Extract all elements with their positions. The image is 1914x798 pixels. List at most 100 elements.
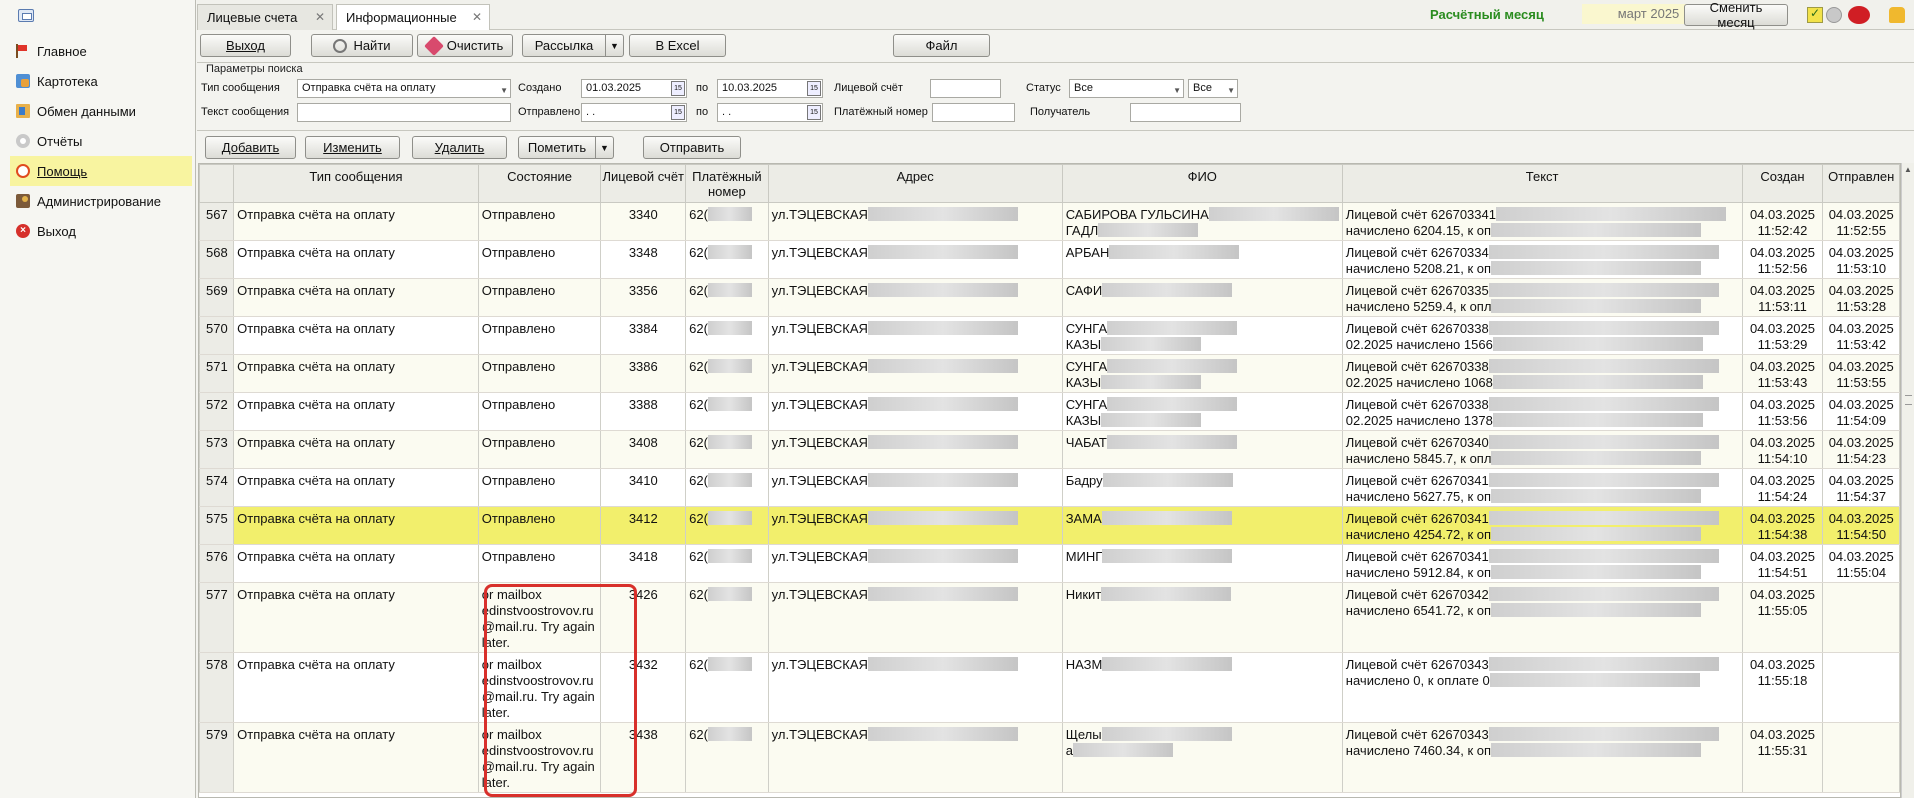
vertical-scrollbar[interactable]: ▲ [1901,163,1914,798]
sidebar-item[interactable]: Помощь [10,156,192,186]
redacted-block [867,549,1018,563]
add-button[interactable]: Добавить [205,136,296,159]
account-input[interactable] [930,79,1001,98]
redacted-block [1488,283,1719,297]
text-value: Лицевой счёт 62670338 [1345,359,1489,374]
message-text-input[interactable] [297,103,511,122]
cell-created: 04.03.2025 11:54:10 [1741,430,1824,469]
table-row[interactable]: 570 Отправка счёта на оплату Отправлено 338… [199,316,1900,355]
message-type-select[interactable]: Отправка счёта на оплату ▼ [297,79,511,98]
status-select[interactable]: Все ▼ [1069,79,1184,98]
table-row[interactable]: 573 Отправка счёта на оплату Отправлено 340… [199,430,1900,469]
calendar-icon[interactable]: 15 [671,105,685,120]
file-button[interactable]: Файл [893,34,990,57]
recipient-input[interactable] [1130,103,1241,122]
clear-button[interactable]: Очистить [417,34,513,57]
mailing-dropdown-arrow-icon[interactable]: ▼ [606,34,624,57]
close-icon[interactable]: ✕ [472,5,482,30]
tab-accounts[interactable]: Лицевые счета ✕ [197,4,333,30]
record-icon[interactable] [1848,6,1870,24]
cell-account: 3438 [600,722,687,793]
mark-dropdown-arrow-icon[interactable]: ▼ [596,136,614,159]
mailing-button[interactable]: Рассылка [522,34,606,57]
sidebar-item[interactable]: Отчёты [10,126,192,156]
recipient-label: Получатель [1030,106,1091,118]
created-to-field[interactable]: 10.03.2025 15 [717,79,823,98]
table-row[interactable]: 574 Отправка счёта на оплату Отправлено 341… [199,468,1900,507]
redacted-block [867,207,1018,221]
delete-button[interactable]: Удалить [412,136,507,159]
export-excel-button[interactable]: В Excel [629,34,726,57]
text-value-2: 02.2025 начислено 1068 [1345,375,1493,390]
table-row[interactable]: 577 Отправка счёта на оплату or mailbox ed… [199,582,1900,653]
column-header[interactable]: Лицевой счёт [600,164,687,203]
calendar-icon[interactable]: 15 [807,81,821,96]
column-header[interactable]: ФИО [1061,164,1343,203]
cell-fio: Щелы а [1061,722,1343,793]
fio-line: СУНГА [1066,321,1339,337]
cell-payment-number: 62( [685,354,769,393]
table-row[interactable]: 568 Отправка счёта на оплату Отправлено 334… [199,240,1900,279]
payment-number-input[interactable] [932,103,1015,122]
created-from-field[interactable]: 01.03.2025 15 [581,79,687,98]
table-row[interactable]: 578 Отправка счёта на оплату or mailbox ed… [199,652,1900,723]
table-row[interactable]: 572 Отправка счёта на оплату Отправлено 338… [199,392,1900,431]
scroll-thumb[interactable] [1905,395,1912,405]
sent-to-field[interactable]: . . 15 [717,103,823,122]
fio-line: Щелы [1066,727,1339,743]
text-line: начислено 4254.72, к оп [1346,527,1739,543]
close-icon[interactable]: ✕ [315,5,325,30]
cell-account: 3384 [600,316,687,355]
column-header[interactable]: Платёжный номер [685,164,769,203]
change-month-button[interactable]: Сменить месяц [1684,0,1788,30]
edit-button[interactable]: Изменить [305,136,400,159]
redacted-block [707,397,752,411]
column-header[interactable]: Состояние [477,164,602,203]
payment-number-value: 62( [689,283,708,298]
calendar-icon[interactable]: 15 [671,81,685,96]
table-row[interactable]: 579 Отправка счёта на оплату or mailbox ed… [199,722,1900,793]
table-row[interactable]: 567 Отправка счёта на оплату Отправлено 334… [199,202,1900,241]
calendar-icon[interactable]: 15 [807,105,821,120]
column-header[interactable]: Отправлен [1822,164,1900,203]
sent-time: 11:52:55 [1836,223,1887,238]
column-header[interactable]: Создан [1741,164,1824,203]
scroll-up-icon[interactable]: ▲ [1904,165,1912,174]
tab-informational[interactable]: Информационные ✕ [336,4,490,30]
row-number: 572 [199,392,235,431]
column-header[interactable]: Адрес [767,164,1063,203]
notification-icon[interactable] [1889,7,1905,23]
sidebar-item[interactable]: Главное [10,36,192,66]
column-header[interactable]: Текст [1341,164,1743,203]
cell-address: ул.ТЭЦЕВСКАЯ [767,722,1063,793]
table-row[interactable]: 575 Отправка счёта на оплату Отправлено 341… [199,506,1900,545]
disk-icon[interactable] [1826,7,1842,23]
status-secondary-select[interactable]: Все ▼ [1188,79,1238,98]
column-header[interactable]: Тип сообщения [233,164,479,203]
table-row[interactable]: 569 Отправка счёта на оплату Отправлено 335… [199,278,1900,317]
exit-button[interactable]: Выход [200,34,291,57]
text-line: Лицевой счёт 62670343 [1346,727,1739,743]
text-line: начислено 5912.84, к оп [1346,565,1739,581]
checkbox-icon[interactable] [1807,6,1823,23]
sidebar-item[interactable]: Картотека [10,66,192,96]
send-button[interactable]: Отправить [643,136,741,159]
table-row[interactable]: 571 Отправка счёта на оплату Отправлено 338… [199,354,1900,393]
sidebar-item-label: Обмен данными [37,103,136,119]
fio-line: НАЗМ [1066,657,1339,673]
text-value-2: начислено 5208.21, к оп [1345,261,1492,276]
sent-from-field[interactable]: . . 15 [581,103,687,122]
sidebar-item[interactable]: × Выход [10,216,192,246]
app-window-icon[interactable] [18,9,34,22]
cell-sent [1822,582,1900,653]
table-row[interactable]: 576 Отправка счёта на оплату Отправлено 341… [199,544,1900,583]
redacted-block [867,245,1018,259]
address-value: ул.ТЭЦЕВСКАЯ [771,435,868,450]
sidebar-item[interactable]: Обмен данными [10,96,192,126]
card-file-icon [16,74,30,88]
status-value: Все [1074,82,1093,94]
mark-button[interactable]: Пометить [518,136,596,159]
row-number: 567 [199,202,235,241]
find-button[interactable]: Найти [311,34,413,57]
sidebar-item[interactable]: Администрирование [10,186,192,216]
